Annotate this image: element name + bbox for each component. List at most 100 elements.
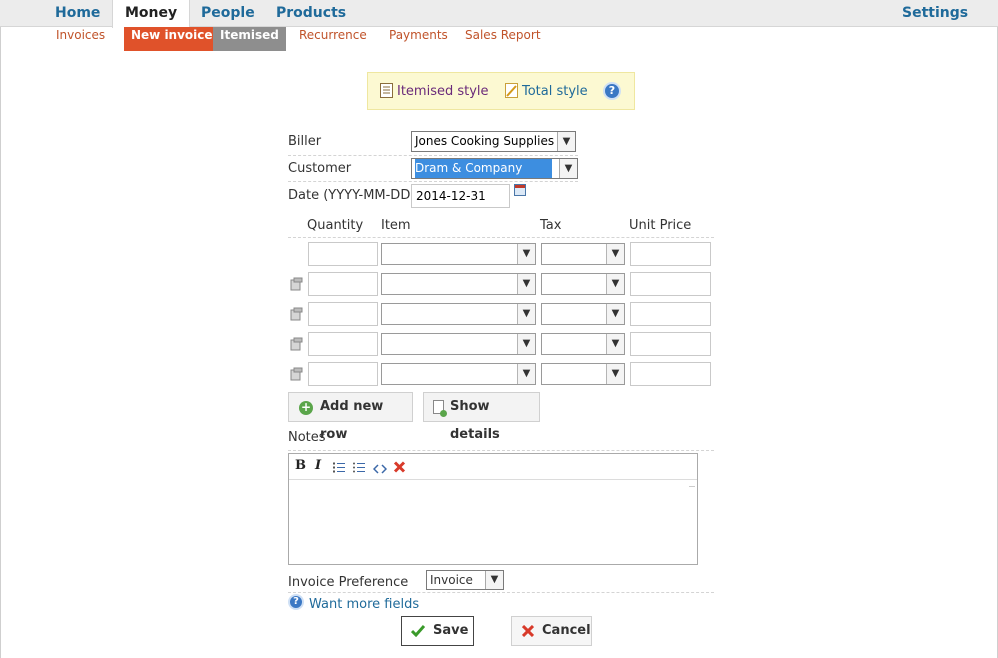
cancel-button[interactable]: Cancel [511,616,592,646]
numbered-list-icon[interactable] [332,460,346,476]
resize-handle [689,486,695,487]
divider [288,450,714,451]
check-icon [411,625,425,637]
chevron-down-icon: ▼ [606,364,624,384]
chevron-down-icon: ▼ [557,132,575,151]
total-pencil-icon [505,83,518,98]
add-row-label: Add new row [320,399,384,442]
show-details-label: Show details [450,399,500,442]
chevron-down-icon: ▼ [517,364,535,384]
tax-select[interactable]: ▼ [541,363,625,385]
item-select[interactable]: ▼ [381,243,536,265]
col-unit-price: Unit Price [629,218,692,233]
show-details-button[interactable]: Show details [423,392,540,442]
quantity-input[interactable] [308,302,378,326]
bold-button[interactable]: B [295,458,306,474]
subnav-invoices[interactable]: Invoices [56,27,105,51]
delete-row-icon[interactable] [289,277,303,291]
col-quantity: Quantity [307,218,364,233]
invoice-preference-select[interactable]: Invoice ▼ [426,570,504,590]
col-item: Item [381,218,411,233]
divider [288,237,714,238]
subnav-payments[interactable]: Payments [389,27,448,51]
unit-price-input[interactable] [630,272,711,296]
style-switcher: Itemised style Total style ? [367,72,635,110]
delete-row-icon[interactable] [289,367,303,381]
delete-row-icon[interactable] [289,307,303,321]
item-select[interactable]: ▼ [381,363,536,385]
subnav-new-invoice[interactable]: New invoice [124,27,220,51]
chevron-down-icon: ▼ [485,571,503,589]
itemised-sheet-icon [380,83,393,98]
calendar-icon[interactable] [514,184,526,196]
unit-price-input[interactable] [630,242,711,266]
divider [288,155,578,156]
tax-select[interactable]: ▼ [541,243,625,265]
invoice-preference-label: Invoice Preference [288,575,409,590]
cancel-label: Cancel [542,623,591,638]
delete-row-icon[interactable] [289,337,303,351]
unit-price-input[interactable] [630,332,711,356]
italic-button[interactable]: I [315,458,321,474]
plus-icon: + [299,400,313,415]
item-select[interactable]: ▼ [381,273,536,295]
quantity-input[interactable] [308,362,378,386]
chevron-down-icon: ▼ [606,244,624,264]
chevron-down-icon: ▼ [606,274,624,294]
total-style-link[interactable]: Total style [505,83,588,101]
nav-people[interactable]: People [201,0,255,27]
chevron-down-icon: ▼ [517,244,535,264]
date-label: Date (YYYY-MM-DD) [288,188,416,203]
editor-toolbar: B I [289,454,697,480]
quantity-input[interactable] [308,332,378,356]
divider [288,181,578,182]
chevron-down-icon: ▼ [606,334,624,354]
customer-value: Dram & Company [415,159,553,178]
notes-editor[interactable]: B I [288,453,698,565]
want-more-fields-link[interactable]: Want more fields [309,597,419,612]
subnav-recurrence[interactable]: Recurrence [299,27,367,51]
tax-select[interactable]: ▼ [541,333,625,355]
help-icon[interactable]: ? [603,82,621,100]
itemised-style-label: Itemised style [397,84,489,99]
subnav-sales-report[interactable]: Sales Report [465,27,541,51]
close-icon [522,625,534,637]
chevron-down-icon: ▼ [517,304,535,324]
top-nav: Home Money People Products Settings [0,0,998,28]
document-icon [433,400,447,417]
nav-settings[interactable]: Settings [902,0,968,27]
bullet-list-icon[interactable] [352,460,366,476]
biller-label: Biller [288,134,322,149]
unit-price-input[interactable] [630,302,711,326]
item-select[interactable]: ▼ [381,333,536,355]
quantity-input[interactable] [308,242,378,266]
remove-format-icon[interactable] [393,459,406,475]
save-label: Save [433,623,469,638]
chevron-down-icon: ▼ [517,274,535,294]
biller-value: Jones Cooking Supplies [415,134,555,148]
divider [288,592,714,593]
quantity-input[interactable] [308,272,378,296]
itemised-style-link[interactable]: Itemised style [380,83,489,101]
help-icon[interactable]: ? [288,594,304,610]
date-input[interactable]: 2014-12-31 [411,184,510,208]
total-style-label: Total style [522,84,588,99]
code-icon[interactable] [373,461,387,477]
chevron-down-icon: ▼ [559,159,577,178]
tax-select[interactable]: ▼ [541,303,625,325]
customer-select[interactable]: Dram & Company ▼ [411,158,578,179]
unit-price-input[interactable] [630,362,711,386]
chevron-down-icon: ▼ [606,304,624,324]
nav-money[interactable]: Money [112,0,191,28]
nav-products[interactable]: Products [276,0,346,27]
invoice-preference-value: Invoice [430,573,473,587]
tax-select[interactable]: ▼ [541,273,625,295]
subnav-itemised[interactable]: Itemised [213,27,286,51]
item-select[interactable]: ▼ [381,303,536,325]
customer-label: Customer [288,161,352,176]
biller-select[interactable]: Jones Cooking Supplies ▼ [411,131,576,152]
add-row-button[interactable]: + Add new row [288,392,413,442]
col-tax: Tax [540,218,562,233]
nav-home[interactable]: Home [55,0,100,27]
save-button[interactable]: Save [401,616,474,646]
